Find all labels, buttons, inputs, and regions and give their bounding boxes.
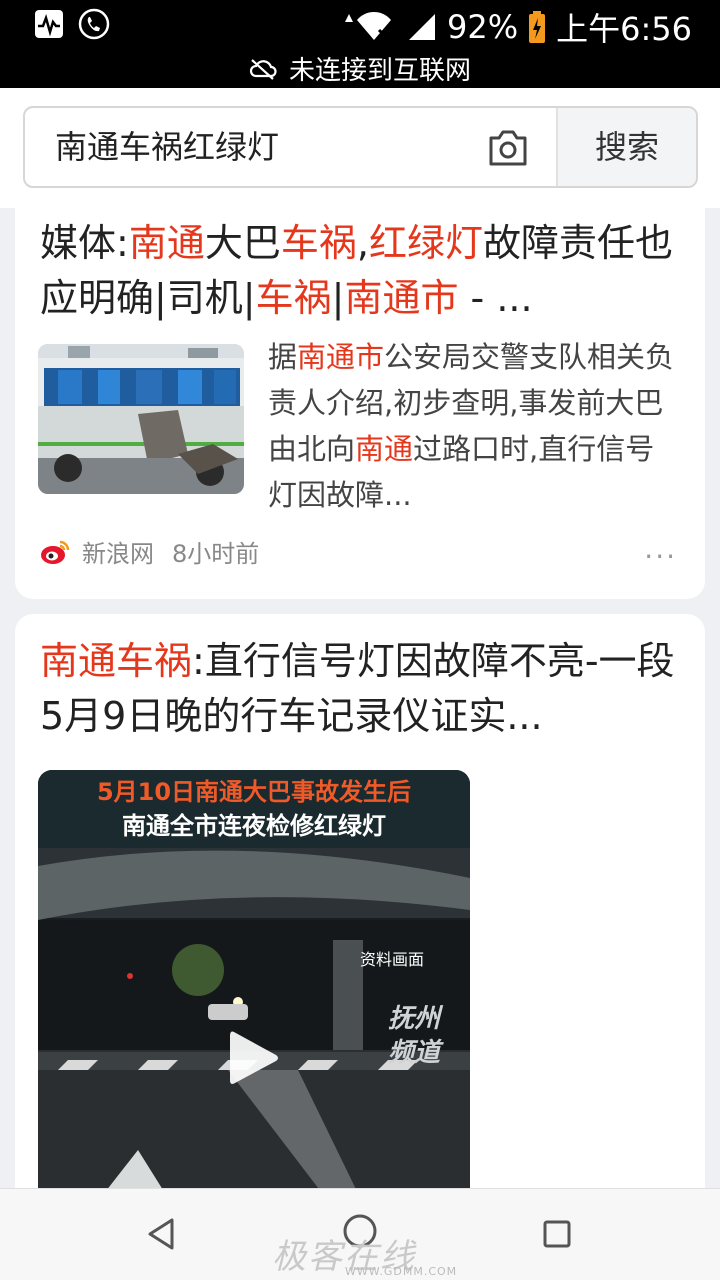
result-time: 8小时前 xyxy=(172,540,260,568)
result-title[interactable]: 媒体:南通大巴车祸,红绿灯故障责任也应明确|司机|车祸|南通市 - ... xyxy=(40,216,681,326)
recent-apps-icon[interactable] xyxy=(543,1220,571,1248)
channel-logo: 抚州 xyxy=(388,1004,441,1034)
video-caption: 南通全市连夜检修红绿灯 xyxy=(122,812,386,840)
clock: 上午6:56 xyxy=(556,10,692,48)
activity-monitor-icon xyxy=(35,10,63,38)
result-meta: 新浪网 8小时前 xyxy=(40,534,259,569)
search-input[interactable]: 南通车祸红绿灯 xyxy=(55,108,279,186)
cloud-off-icon xyxy=(249,58,277,80)
network-notice: 未连接到互联网 xyxy=(0,50,720,87)
result-card[interactable]: 南通车祸:直行信号灯因故障不亮-一段5月9日晚的行车记录仪证实... 5月10日… xyxy=(15,614,705,1214)
video-caption: 5月10日南通大巴事故发生后 xyxy=(96,778,412,806)
status-right: 92% 上午6:56 xyxy=(333,4,692,50)
play-icon[interactable] xyxy=(226,1028,282,1088)
video-thumbnail[interactable]: 5月10日南通大巴事故发生后 南通全市连夜检修红绿灯 资料画面 抚州 频道 xyxy=(38,770,470,1214)
search-box: 南通车祸红绿灯 搜索 xyxy=(23,106,698,188)
watermark-url: WWW.GDMM.COM xyxy=(345,1265,458,1278)
bus-photo xyxy=(38,344,244,494)
camera-icon[interactable] xyxy=(487,128,529,168)
signal-icon xyxy=(409,14,435,40)
battery-percent: 92% xyxy=(447,8,519,46)
result-source[interactable]: 新浪网 xyxy=(82,534,154,569)
search-header: 南通车祸红绿灯 搜索 xyxy=(0,88,720,208)
wifi-no-internet-icon xyxy=(345,11,391,40)
result-snippet: 据南通市公安局交警支队相关负责人介绍,初步查明,事发前大巴由北向南通过路口时,直… xyxy=(268,340,675,512)
result-title[interactable]: 南通车祸:直行信号灯因故障不亮-一段5月9日晚的行车记录仪证实... xyxy=(40,634,681,744)
status-bar: 92% 上午6:56 未连接到互联网 xyxy=(0,0,720,88)
system-nav-bar: 极客在线 WWW.GDMM.COM xyxy=(0,1188,720,1280)
result-card[interactable]: 媒体:南通大巴车祸,红绿灯故障责任也应明确|司机|车祸|南通市 - ... 据南… xyxy=(15,204,705,599)
channel-logo: 频道 xyxy=(388,1038,441,1068)
status-left-icons xyxy=(34,8,110,40)
search-button[interactable]: 搜索 xyxy=(556,108,696,186)
battery-charging-icon xyxy=(529,11,546,43)
network-notice-text: 未连接到互联网 xyxy=(288,56,471,86)
sina-weibo-icon xyxy=(41,540,70,564)
back-icon[interactable] xyxy=(146,1217,176,1251)
result-thumbnail[interactable] xyxy=(38,344,244,494)
video-tag: 资料画面 xyxy=(360,950,425,969)
more-options-icon[interactable]: ··· xyxy=(644,540,677,573)
phone-call-icon xyxy=(78,8,110,40)
